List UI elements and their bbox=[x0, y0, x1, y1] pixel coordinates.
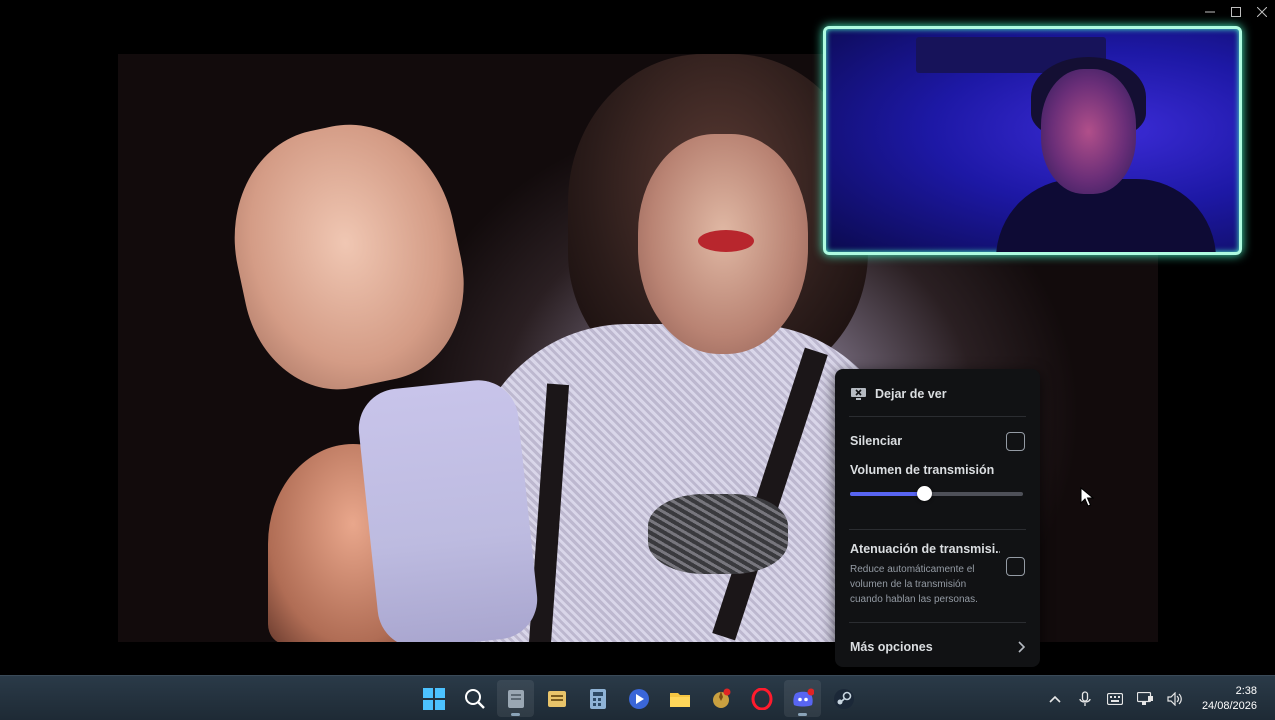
taskbar: 2:38 24/08/2026 bbox=[0, 675, 1275, 720]
chevron-right-icon bbox=[1018, 641, 1025, 653]
menu-separator bbox=[849, 622, 1026, 623]
taskbar-app-notes[interactable] bbox=[538, 680, 575, 717]
mute-item[interactable]: Silenciar bbox=[843, 421, 1032, 461]
tray-keyboard[interactable] bbox=[1106, 690, 1124, 708]
clock-time: 2:38 bbox=[1235, 684, 1257, 697]
stream-volume-label: Volumen de transmisión bbox=[850, 463, 995, 477]
calculator-icon bbox=[589, 688, 606, 709]
slider-thumb[interactable] bbox=[916, 486, 932, 501]
stream-ducking-item[interactable]: Atenuación de transmisi... Reduce automá… bbox=[843, 534, 1032, 618]
video-arm bbox=[354, 376, 542, 642]
tray-microphone[interactable] bbox=[1076, 690, 1094, 708]
search-icon bbox=[464, 688, 485, 709]
close-icon bbox=[1257, 7, 1267, 17]
steam-icon bbox=[833, 688, 854, 709]
close-button[interactable] bbox=[1249, 0, 1275, 24]
clock-date: 24/08/2026 bbox=[1201, 699, 1257, 712]
taskbar-app-media-player[interactable] bbox=[620, 680, 657, 717]
stop-watching-label: Dejar de ver bbox=[875, 386, 947, 401]
opera-icon bbox=[751, 687, 772, 710]
game-icon bbox=[712, 688, 730, 708]
stream-context-menu: Dejar de ver Silenciar Volumen de transm… bbox=[835, 369, 1040, 667]
taskbar-app-files[interactable] bbox=[497, 680, 534, 717]
search-button[interactable] bbox=[456, 680, 493, 717]
menu-separator bbox=[849, 529, 1026, 530]
microphone-icon bbox=[1079, 690, 1091, 706]
stream-volume-control: Volumen de transmisión bbox=[843, 463, 1032, 525]
chevron-up-icon bbox=[1049, 695, 1061, 703]
taskbar-app-steam[interactable] bbox=[825, 680, 862, 717]
keyboard-icon bbox=[1106, 692, 1123, 705]
taskbar-app-calculator[interactable] bbox=[579, 680, 616, 717]
stop-stream-icon bbox=[850, 387, 867, 401]
maximize-icon bbox=[1231, 7, 1241, 17]
taskbar-app-discord[interactable] bbox=[784, 680, 821, 717]
document-icon bbox=[507, 689, 524, 708]
video-lips bbox=[698, 230, 754, 252]
play-icon bbox=[628, 688, 649, 709]
folder-icon bbox=[669, 692, 690, 707]
taskbar-apps bbox=[415, 680, 862, 717]
network-icon bbox=[1136, 691, 1153, 705]
ducking-title: Atenuación de transmisi... bbox=[850, 542, 1000, 556]
mute-checkbox[interactable] bbox=[1006, 431, 1025, 451]
speaker-icon bbox=[1167, 691, 1182, 706]
taskbar-app-file-explorer[interactable] bbox=[661, 680, 698, 717]
tray-network[interactable] bbox=[1136, 690, 1154, 708]
more-options-item[interactable]: Más opciones bbox=[843, 627, 1032, 667]
discord-icon bbox=[792, 688, 814, 706]
window-controls bbox=[1197, 0, 1275, 24]
more-options-label: Más opciones bbox=[850, 640, 933, 654]
slider-fill bbox=[850, 492, 924, 496]
tray-overflow-button[interactable] bbox=[1046, 690, 1064, 708]
video-hand bbox=[213, 105, 483, 407]
system-tray: 2:38 24/08/2026 bbox=[1046, 676, 1275, 720]
stream-volume-slider[interactable] bbox=[850, 483, 1025, 505]
camera-overlay[interactable] bbox=[823, 26, 1242, 255]
windows-logo-icon bbox=[422, 687, 445, 710]
notepad-icon bbox=[547, 690, 566, 707]
taskbar-clock[interactable]: 2:38 24/08/2026 bbox=[1202, 684, 1257, 714]
stop-watching-item[interactable]: Dejar de ver bbox=[843, 375, 1032, 412]
mute-label: Silenciar bbox=[850, 434, 903, 448]
start-button[interactable] bbox=[415, 680, 452, 717]
ducking-description: Reduce automáticamente el volumen de la … bbox=[850, 564, 978, 605]
video-bow bbox=[648, 494, 788, 574]
ducking-checkbox[interactable] bbox=[1006, 557, 1025, 576]
taskbar-app-game[interactable] bbox=[702, 680, 739, 717]
minimize-button[interactable] bbox=[1197, 0, 1223, 24]
minimize-icon bbox=[1205, 11, 1215, 13]
mouse-cursor-icon bbox=[1080, 487, 1094, 507]
menu-separator bbox=[849, 416, 1026, 417]
taskbar-app-opera[interactable] bbox=[743, 680, 780, 717]
maximize-button[interactable] bbox=[1223, 0, 1249, 24]
camera-person-head bbox=[1041, 69, 1136, 194]
ducking-text: Atenuación de transmisi... Reduce automá… bbox=[850, 542, 1000, 607]
tray-volume[interactable] bbox=[1166, 690, 1184, 708]
